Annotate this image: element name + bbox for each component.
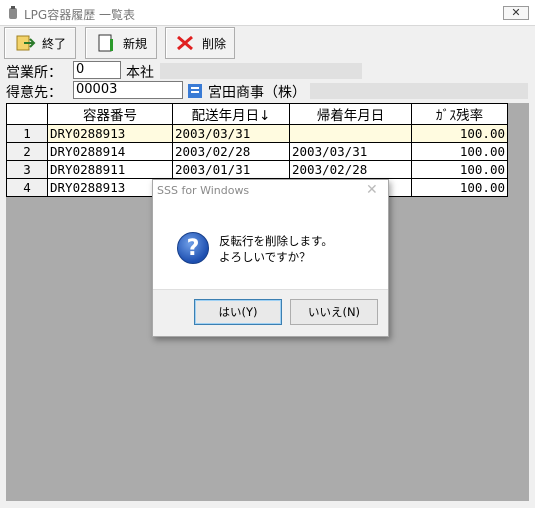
- delivery-date-cell[interactable]: 2003/03/31: [172, 124, 290, 143]
- gas-rate-cell[interactable]: 100.00: [411, 160, 508, 179]
- exit-button-label: 終了: [41, 36, 66, 51]
- exit-button[interactable]: 終了: [4, 27, 76, 59]
- table-row[interactable]: 3 DRY0288911 2003/01/31 2003/02/28 100.0…: [6, 160, 508, 179]
- dialog-body: ? 反転行を削除します。 よろしいですか？: [153, 204, 388, 289]
- delete-icon: [177, 35, 193, 51]
- delete-button-label: 削除: [201, 36, 226, 51]
- window-title: LPG容器履歴 一覧表: [24, 8, 136, 22]
- customer-name: 宮田商事（株）: [208, 85, 306, 101]
- container-cell[interactable]: DRY0288911: [47, 160, 173, 179]
- question-icon: ?: [177, 232, 209, 264]
- gas-rate-cell[interactable]: 100.00: [411, 124, 508, 143]
- office-code-field[interactable]: 0: [73, 61, 121, 79]
- delivery-date-cell[interactable]: 2003/02/28: [172, 142, 290, 161]
- window-close-button[interactable]: ✕: [503, 6, 529, 20]
- column-header[interactable]: 配送年月日↓: [172, 103, 290, 125]
- office-label: 営業所：: [6, 65, 62, 81]
- table-row[interactable]: 2 DRY0288914 2003/02/28 2003/03/31 100.0…: [6, 142, 508, 161]
- new-button-label: 新規: [122, 36, 147, 51]
- row-number[interactable]: 3: [6, 160, 48, 179]
- column-header[interactable]: ｶﾞｽ残率: [411, 103, 508, 125]
- yes-button[interactable]: はい(Y): [194, 299, 282, 325]
- customer-lookup-icon[interactable]: [186, 81, 206, 101]
- return-date-cell[interactable]: 2003/03/31: [289, 142, 412, 161]
- delivery-date-cell[interactable]: 2003/01/31: [172, 160, 290, 179]
- row-number[interactable]: 4: [6, 178, 48, 197]
- dialog-message-line2: よろしいですか？: [219, 250, 311, 264]
- dialog-title: SSS for Windows: [157, 184, 250, 197]
- row-number-header: [6, 103, 48, 125]
- office-name: 本社: [126, 65, 154, 81]
- customer-name-bar: [310, 83, 528, 99]
- table-header-row: 容器番号 配送年月日↓ 帰着年月日 ｶﾞｽ残率: [6, 103, 508, 125]
- table-row[interactable]: 1 DRY0288913 2003/03/31 100.00: [6, 124, 508, 143]
- container-cell[interactable]: DRY0288914: [47, 142, 173, 161]
- no-button[interactable]: いいえ(N): [290, 299, 378, 325]
- customer-label: 得意先：: [6, 85, 62, 101]
- customer-code-field[interactable]: 00003: [73, 81, 183, 99]
- new-document-icon: [98, 34, 113, 52]
- row-number[interactable]: 2: [6, 142, 48, 161]
- gas-rate-cell[interactable]: 100.00: [411, 178, 508, 197]
- return-date-cell[interactable]: [289, 124, 412, 143]
- row-number[interactable]: 1: [6, 124, 48, 143]
- delete-button[interactable]: 削除: [165, 27, 235, 59]
- column-header[interactable]: 容器番号: [47, 103, 173, 125]
- new-button[interactable]: 新規: [85, 27, 157, 59]
- confirm-dialog: SSS for Windows ✕ ? 反転行を削除します。 よろしいですか？ …: [152, 179, 389, 337]
- container-cell[interactable]: DRY0288913: [47, 124, 173, 143]
- column-header[interactable]: 帰着年月日: [289, 103, 412, 125]
- dialog-message-line1: 反転行を削除します。: [219, 234, 333, 248]
- app-icon: [9, 6, 17, 19]
- office-name-bar: [160, 63, 362, 79]
- dialog-close-button[interactable]: ✕: [366, 182, 378, 198]
- return-date-cell[interactable]: 2003/02/28: [289, 160, 412, 179]
- gas-rate-cell[interactable]: 100.00: [411, 142, 508, 161]
- exit-icon: [16, 35, 36, 51]
